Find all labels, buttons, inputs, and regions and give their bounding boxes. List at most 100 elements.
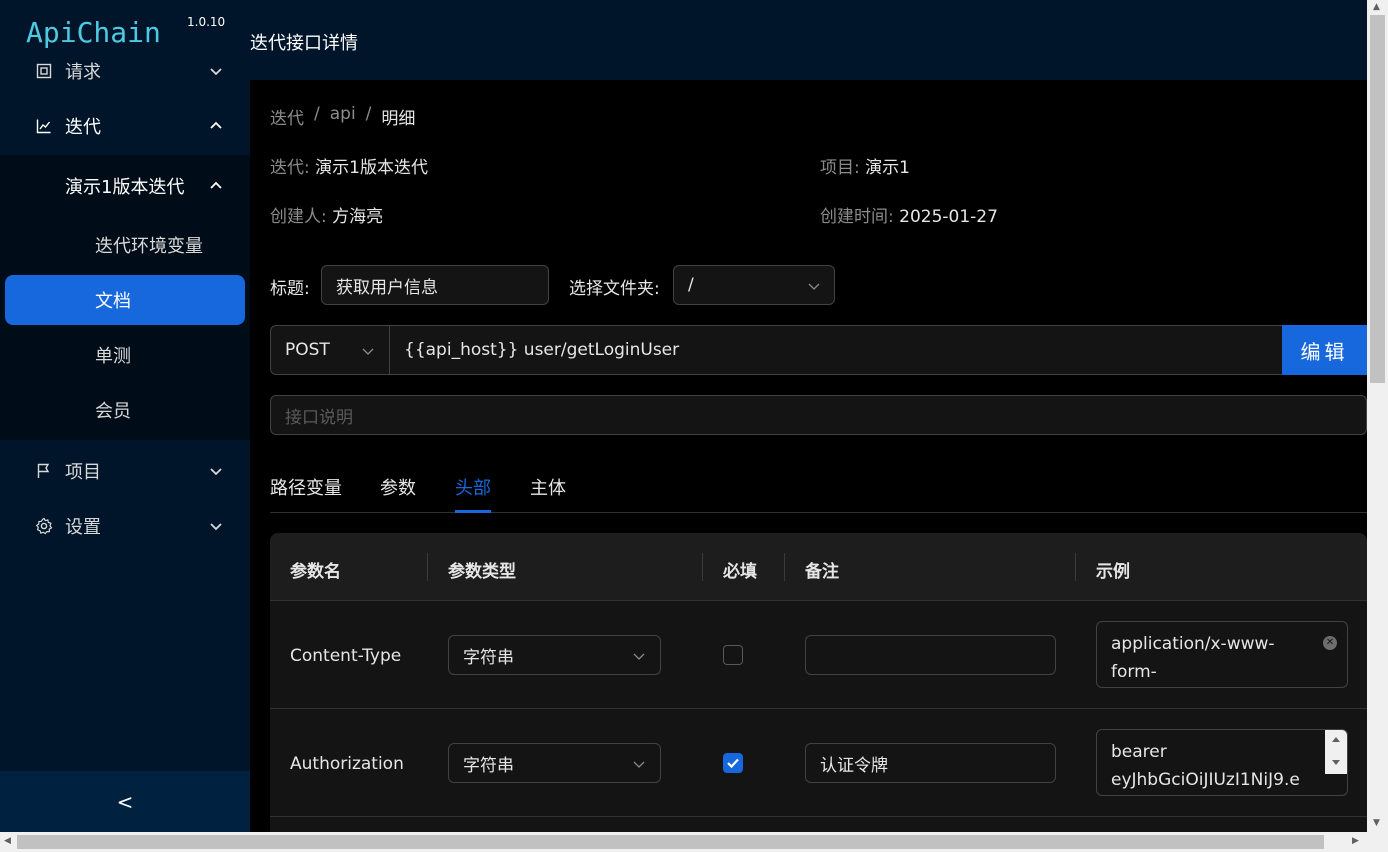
column-divider [784, 553, 785, 581]
remark-value: 认证令牌 [820, 755, 888, 776]
clear-icon[interactable]: ✕ [1323, 636, 1337, 650]
line-chart-icon [35, 117, 53, 135]
vertical-scroll-thumb[interactable] [1370, 15, 1385, 383]
chevron-down-icon [208, 63, 224, 79]
param-type-value: 字符串 [463, 755, 514, 776]
headers-table: 参数名 参数类型 必填 备注 示例 Content-Type 字符串 appli… [270, 533, 1367, 832]
folder-label: 选择文件夹: [569, 279, 660, 299]
detail-project: 项目: 演示1 [820, 153, 910, 178]
detail-value: 方海亮 [332, 207, 384, 227]
sidebar-item-label: 项目 [65, 461, 101, 483]
active-tab-indicator [455, 510, 491, 513]
sidebar-item-label: 单测 [95, 346, 131, 367]
sidebar-item-unit-test[interactable]: 单测 [0, 330, 250, 380]
main-content: 迭代 / api / 明细 迭代: 演示1版本迭代 项目: 演示1 创建人: 方… [250, 80, 1367, 832]
detail-label: 创建时间: [820, 207, 894, 227]
sidebar-item-label: 会员 [95, 401, 131, 422]
horizontal-scrollbar[interactable]: ◀ ▶ [0, 832, 1388, 852]
url-input-value: {{api_host}} user/getLoginUser [404, 340, 680, 360]
description-input[interactable]: 接口说明 [270, 395, 1367, 435]
param-name: Authorization [290, 754, 404, 774]
request-icon [35, 62, 53, 80]
breadcrumb-item-detail: 明细 [381, 109, 416, 129]
vertical-scrollbar[interactable]: ▲ ▼ [1367, 0, 1388, 832]
sidebar-item-label: 迭代 [65, 116, 101, 138]
tab-body[interactable]: 主体 [530, 474, 566, 500]
example-line: eyJhbGciOiJIUzI1NiJ9.e [1111, 770, 1300, 790]
column-divider [702, 553, 703, 581]
sidebar-item-label: 文档 [95, 291, 131, 312]
sidebar-item-request[interactable]: 请求 [0, 43, 250, 98]
chevron-down-icon [632, 756, 646, 770]
edit-button[interactable]: 编辑 [1282, 325, 1367, 375]
sidebar-item-iteration[interactable]: 迭代 [0, 98, 250, 153]
title-label: 标题: [270, 279, 310, 299]
column-header-type: 参数类型 [448, 562, 516, 582]
method-select-value: POST [285, 340, 330, 360]
column-header-name: 参数名 [290, 562, 341, 582]
chevron-down-icon [208, 463, 224, 479]
checkmark-icon [727, 758, 739, 769]
detail-creator: 创建人: 方海亮 [270, 202, 383, 227]
scroll-right-icon[interactable]: ▶ [1352, 836, 1359, 846]
detail-iteration: 迭代: 演示1版本迭代 [270, 153, 428, 178]
chevron-down-icon [208, 518, 224, 534]
param-name: Content-Type [290, 646, 402, 666]
example-line: application/x-www-form- [1111, 634, 1275, 682]
detail-value: 演示1版本迭代 [315, 158, 428, 178]
detail-label: 项目: [820, 158, 860, 178]
breadcrumb-item-iteration[interactable]: 迭代 [270, 104, 304, 129]
required-checkbox[interactable] [723, 753, 743, 773]
column-header-example: 示例 [1096, 562, 1130, 582]
required-checkbox[interactable] [723, 645, 743, 665]
tab-path-variables[interactable]: 路径变量 [270, 474, 342, 500]
breadcrumb-item-api[interactable]: api [330, 104, 356, 129]
example-line: bearer [1111, 742, 1167, 762]
sidebar-item-label: 请求 [65, 61, 101, 83]
url-input[interactable]: {{api_host}} user/getLoginUser [389, 325, 1283, 375]
chevron-up-icon [208, 178, 224, 194]
table-row: Authorization 字符串 认证令牌 bearer eyJhbGciOi… [270, 709, 1367, 817]
sidebar-item-settings[interactable]: 设置 [0, 498, 250, 553]
collapse-sidebar-button[interactable]: < [0, 771, 250, 832]
header: 迭代接口详情 [250, 0, 1367, 80]
horizontal-scroll-thumb[interactable] [17, 835, 1324, 849]
example-line: urlencoded [1111, 686, 1307, 687]
column-divider [1075, 553, 1076, 581]
app-version: 1.0.10 [187, 15, 226, 29]
sidebar-item-project[interactable]: 项目 [0, 443, 250, 498]
page-title: 迭代接口详情 [250, 33, 358, 54]
sidebar: ApiChain 1.0.10 请求 迭代 演示1版本迭代 迭代环境变量 文档 … [0, 0, 250, 832]
chevron-down-icon [361, 343, 375, 357]
example-textarea[interactable]: bearer eyJhbGciOiJIUzI1NiJ9.e [1096, 729, 1348, 796]
tab-params[interactable]: 参数 [380, 474, 416, 500]
remark-input[interactable]: 认证令牌 [805, 743, 1056, 783]
sidebar-item-label: 设置 [65, 516, 101, 538]
example-textarea[interactable]: application/x-www-form- urlencoded ✕ [1096, 621, 1348, 688]
param-tabs: 路径变量 参数 头部 主体 [270, 460, 1367, 513]
chevron-up-icon [208, 118, 224, 134]
sidebar-item-members[interactable]: 会员 [0, 385, 250, 435]
detail-label: 迭代: [270, 158, 310, 178]
param-type-select[interactable]: 字符串 [448, 635, 661, 675]
submenu-title[interactable]: 演示1版本迭代 [0, 158, 250, 213]
description-placeholder: 接口说明 [285, 407, 353, 428]
scroll-up-icon[interactable]: ▲ [1373, 2, 1380, 12]
detail-label: 创建人: [270, 207, 327, 227]
chevron-left-icon: < [116, 789, 134, 814]
tab-headers[interactable]: 头部 [455, 474, 491, 500]
method-select[interactable]: POST [270, 325, 390, 375]
table-header: 参数名 参数类型 必填 备注 示例 [270, 533, 1367, 601]
param-type-select[interactable]: 字符串 [448, 743, 661, 783]
sidebar-item-docs[interactable]: 文档 [5, 275, 245, 325]
table-row: Content-Type 字符串 application/x-www-form-… [270, 601, 1367, 709]
textarea-scrollbar[interactable] [1325, 730, 1347, 774]
scroll-left-icon[interactable]: ◀ [4, 836, 11, 846]
sidebar-item-env-vars[interactable]: 迭代环境变量 [0, 220, 250, 270]
remark-input[interactable] [805, 635, 1056, 675]
param-type-value: 字符串 [463, 647, 514, 668]
scroll-down-icon[interactable]: ▼ [1373, 818, 1380, 828]
title-input[interactable]: 获取用户信息 [321, 265, 549, 305]
folder-select[interactable]: / [673, 265, 835, 305]
chevron-down-icon [807, 278, 821, 292]
